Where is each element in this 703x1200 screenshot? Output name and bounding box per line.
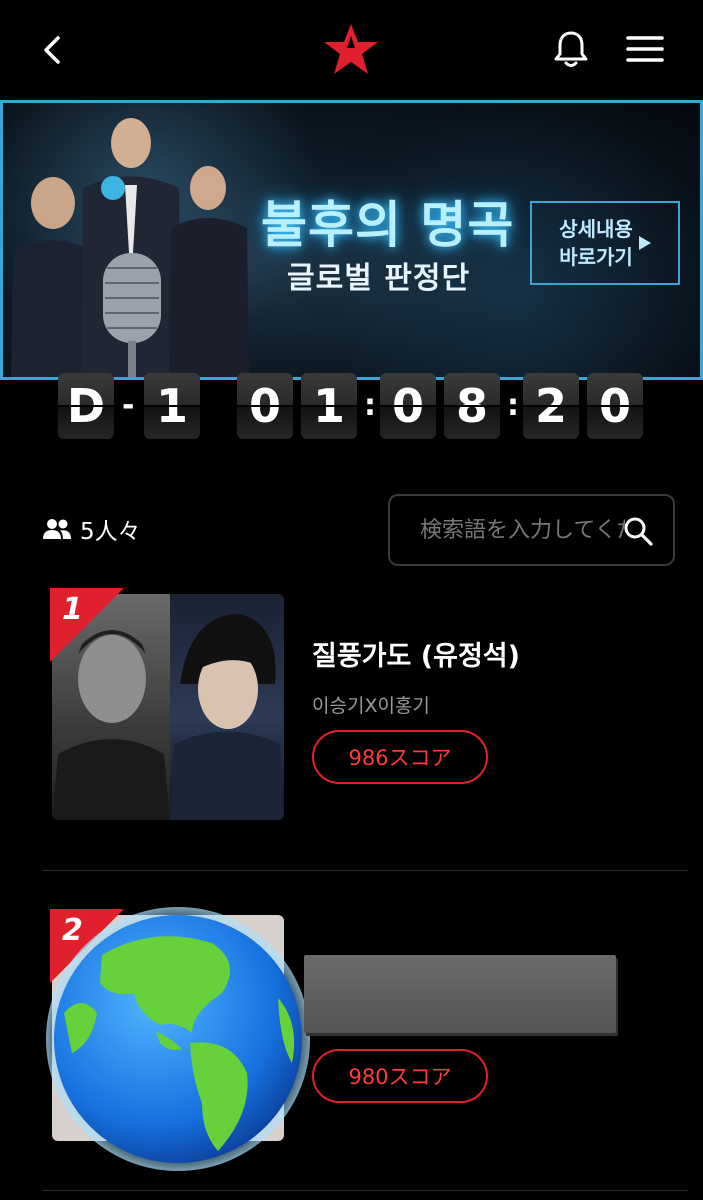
search-button[interactable]: [621, 514, 655, 548]
countdown-day-prefix: D: [58, 373, 114, 439]
back-button[interactable]: [34, 30, 70, 70]
list-toolbar: 5人々: [0, 494, 703, 566]
participants-count-label: 5人々: [80, 519, 141, 545]
promo-banner[interactable]: 불후의 명곡 글로벌 판정단 상세내용 바로가기: [0, 100, 703, 380]
redacted-title: [304, 955, 616, 1033]
list-divider: [42, 870, 688, 871]
score-button[interactable]: 986スコア: [312, 730, 488, 784]
rank-number: 1: [62, 592, 83, 627]
song-title[interactable]: 질풍가도 (유정석): [312, 634, 520, 673]
search-icon: [624, 517, 653, 546]
hamburger-menu-icon: [626, 36, 664, 62]
countdown-seconds-ones: 0: [587, 373, 643, 439]
star-logo-icon[interactable]: [322, 22, 380, 76]
countdown-minutes-tens: 0: [380, 373, 436, 439]
banner-title: 불후의 명곡: [261, 196, 515, 254]
countdown-hours-ones: 1: [301, 373, 357, 439]
rank-badge: 1: [50, 588, 124, 662]
artist-photo-right: [170, 594, 284, 820]
globe-icon: [46, 907, 310, 1171]
bell-icon: [554, 31, 588, 67]
countdown-seconds-tens: 2: [523, 373, 579, 439]
countdown-minutes-ones: 8: [444, 373, 500, 439]
banner-hosts-image: [11, 118, 249, 377]
score-button[interactable]: 980スコア: [312, 1049, 488, 1103]
list-item[interactable]: 1 질풍가도 (유정석) 이승기X이홍기 986スコア: [42, 588, 688, 824]
participants-count: 5人々: [42, 512, 141, 546]
song-artist: 이승기X이홍기: [312, 695, 430, 717]
list-divider: [42, 1190, 688, 1191]
banner-detail-button[interactable]: 상세내용 바로가기: [530, 201, 680, 285]
search-box: [388, 494, 675, 566]
notification-button[interactable]: [548, 26, 594, 72]
top-header: [0, 0, 703, 100]
play-arrow-icon: [638, 236, 651, 250]
list-item[interactable]: 2 980スコア: [42, 907, 688, 1171]
banner-detail-label: 상세내용 바로가기: [559, 217, 633, 269]
banner-subtitle: 글로벌 판정단: [287, 261, 471, 296]
countdown-hours-tens: 0: [237, 373, 293, 439]
countdown-dash: -: [122, 388, 135, 423]
menu-button[interactable]: [622, 28, 668, 70]
countdown-timer: D - 1 0 1 : 0 8 : 2 0: [0, 373, 703, 441]
countdown-days: 1: [144, 373, 200, 439]
chevron-left-icon: [44, 36, 60, 64]
search-input[interactable]: [420, 517, 625, 543]
people-icon: [43, 519, 71, 539]
countdown-colon: :: [507, 388, 519, 423]
countdown-colon: :: [364, 388, 376, 423]
